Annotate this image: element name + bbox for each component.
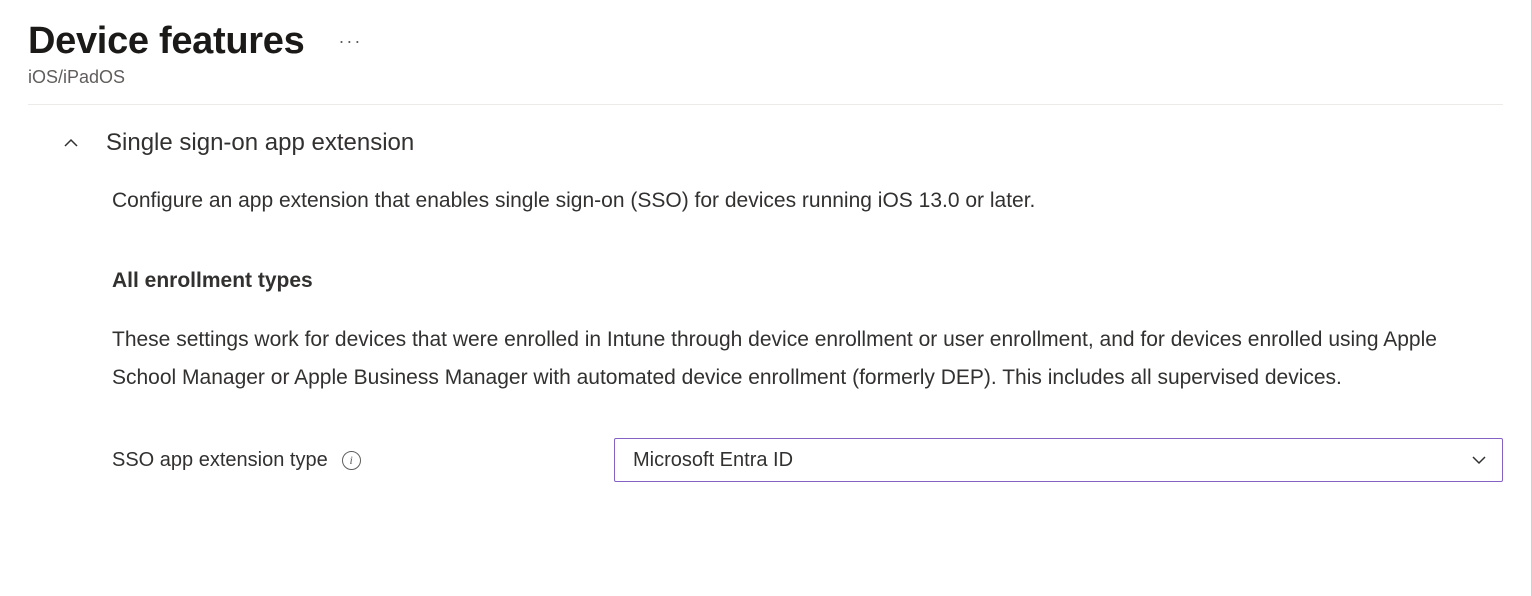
more-actions-icon[interactable]: ···	[338, 31, 362, 52]
info-icon[interactable]: i	[342, 451, 361, 470]
section-description: Configure an app extension that enables …	[112, 185, 1503, 217]
subsection-description: These settings work for devices that wer…	[112, 321, 1503, 399]
form-label-text: SSO app extension type	[112, 449, 328, 472]
page-header: Device features ··· iOS/iPadOS	[28, 20, 1503, 88]
section-title: Single sign-on app extension	[106, 129, 414, 157]
chevron-up-icon	[62, 134, 80, 152]
page-title: Device features	[28, 20, 304, 63]
dropdown-selected-value: Microsoft Entra ID	[633, 449, 793, 472]
chevron-down-icon	[1470, 451, 1488, 469]
section-toggle[interactable]: Single sign-on app extension	[62, 129, 1503, 157]
header-divider	[28, 104, 1503, 105]
page-subtitle: iOS/iPadOS	[28, 67, 1503, 88]
sso-extension-type-label: SSO app extension type i	[112, 449, 602, 472]
sso-extension-type-dropdown[interactable]: Microsoft Entra ID	[614, 438, 1503, 482]
subsection-title: All enrollment types	[112, 269, 1503, 293]
sso-extension-type-row: SSO app extension type i Microsoft Entra…	[112, 438, 1503, 482]
